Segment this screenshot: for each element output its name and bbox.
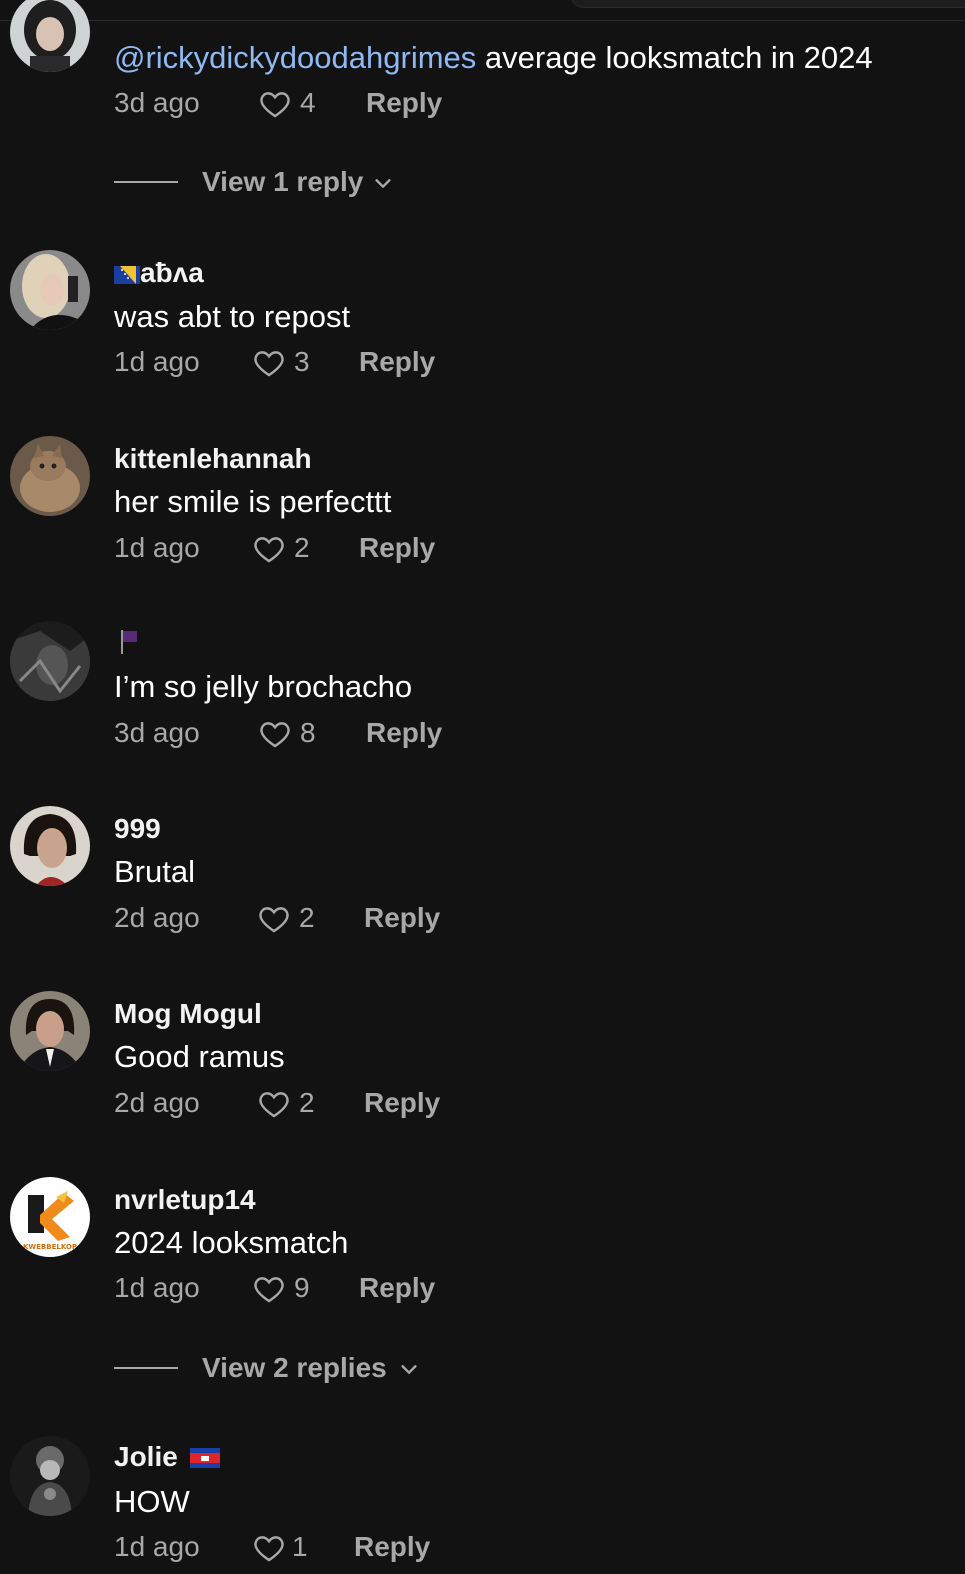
heart-icon[interactable] — [252, 1270, 286, 1304]
kwebbelkop-logo-avatar: KWEBBELKOP — [10, 1177, 90, 1257]
username-text: Jolie — [114, 1441, 178, 1472]
bosnia-flag-icon — [114, 258, 140, 292]
man-in-suit-avatar — [10, 991, 90, 1071]
heart-icon[interactable] — [252, 530, 286, 564]
replies-divider — [114, 181, 178, 183]
comment-timestamp: 2d ago — [114, 1087, 200, 1118]
chevron-down-icon — [398, 1350, 420, 1380]
replies-divider — [114, 1367, 178, 1369]
comment-timestamp: 3d ago — [114, 87, 200, 118]
like-count: 9 — [294, 1272, 310, 1303]
like-count: 2 — [299, 1087, 315, 1118]
dark-haired-woman-avatar — [10, 0, 90, 72]
svg-text:KWEBBELKOP: KWEBBELKOP — [23, 1243, 77, 1251]
comment-body: average looksmatch in 2024 — [476, 40, 873, 75]
comment-timestamp: 1d ago — [114, 1531, 200, 1562]
comment-timestamp: 3d ago — [114, 717, 200, 748]
avatar[interactable] — [10, 436, 90, 516]
heart-icon[interactable] — [252, 344, 286, 378]
heart-icon[interactable] — [257, 900, 291, 934]
comment-text: Good ramus — [114, 1039, 285, 1074]
comment-text: 2024 looksmatch — [114, 1225, 349, 1260]
comment-text: @rickydickydoodahgrimes average looksmat… — [114, 39, 873, 77]
like-count: 2 — [294, 532, 310, 563]
comment-text: Brutal — [114, 854, 195, 889]
user-mention-link[interactable]: @rickydickydoodahgrimes — [114, 40, 476, 75]
avatar[interactable] — [10, 991, 90, 1071]
avatar[interactable] — [10, 0, 90, 72]
comment-timestamp: 1d ago — [114, 532, 200, 563]
comment-timestamp: 1d ago — [114, 346, 200, 377]
reply-button[interactable]: Reply — [364, 1085, 440, 1121]
reply-button[interactable]: Reply — [364, 900, 440, 936]
ornate-figure-avatar — [10, 1436, 90, 1516]
comment-username[interactable]: aƀʌa — [114, 256, 204, 292]
blonde-woman-avatar — [10, 250, 90, 330]
avatar[interactable]: KWEBBELKOP — [10, 1177, 90, 1257]
cambodia-flag-icon — [189, 1442, 220, 1476]
view-replies-label: View 1 reply — [202, 166, 364, 197]
like-count: 1 — [292, 1531, 308, 1562]
avatar[interactable] — [10, 621, 90, 701]
comment-text: I’m so jelly brochacho — [114, 669, 413, 704]
cat-avatar — [10, 436, 90, 516]
comment-username[interactable]: Jolie — [114, 1440, 220, 1476]
top-bar-pill — [570, 0, 965, 8]
like-count: 8 — [300, 717, 316, 748]
like-count: 3 — [294, 346, 310, 377]
comment-username[interactable] — [114, 627, 140, 664]
comment-text: was abt to repost — [114, 299, 351, 334]
comment-username[interactable]: 999 — [114, 812, 161, 846]
reply-button[interactable]: Reply — [359, 1270, 435, 1306]
reply-button[interactable]: Reply — [359, 530, 435, 566]
chevron-down-icon — [372, 164, 394, 194]
heart-icon[interactable] — [257, 1085, 291, 1119]
reply-button[interactable]: Reply — [366, 85, 442, 121]
comment-text: HOW — [114, 1484, 190, 1519]
comment-username[interactable]: kittenlehannah — [114, 442, 312, 476]
heart-icon[interactable] — [252, 1529, 286, 1563]
dark-photo-avatar — [10, 621, 90, 701]
header-divider — [0, 20, 965, 21]
avatar[interactable] — [10, 1436, 90, 1516]
comment-timestamp: 2d ago — [114, 902, 200, 933]
comment-username[interactable]: nvrletup14 — [114, 1183, 256, 1217]
reply-button[interactable]: Reply — [359, 344, 435, 380]
username-text: aƀʌa — [140, 257, 204, 288]
avatar[interactable] — [10, 250, 90, 330]
comment-timestamp: 1d ago — [114, 1272, 200, 1303]
heart-icon[interactable] — [258, 85, 292, 119]
view-replies-label: View 2 replies — [202, 1352, 387, 1383]
comment-text: her smile is perfecttt — [114, 484, 392, 519]
purple-flag-icon — [114, 628, 140, 664]
comment-username[interactable]: Mog Mogul — [114, 997, 262, 1031]
reply-button[interactable]: Reply — [366, 715, 442, 751]
like-count: 4 — [300, 87, 316, 118]
heart-icon[interactable] — [258, 715, 292, 749]
like-count: 2 — [299, 902, 315, 933]
reply-button[interactable]: Reply — [354, 1529, 430, 1565]
dark-haired-man-avatar — [10, 806, 90, 886]
avatar[interactable] — [10, 806, 90, 886]
